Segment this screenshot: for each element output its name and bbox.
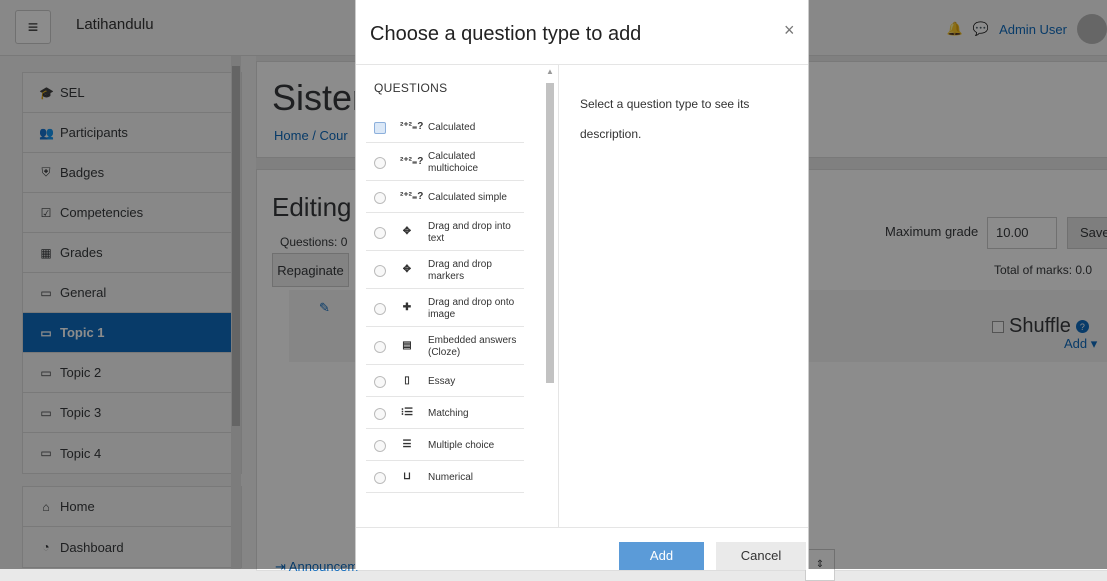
question-type-label: Essay	[428, 376, 456, 387]
question-type-option[interactable]: ✥ Drag and drop markers	[366, 253, 524, 289]
modal-footer: Add Cancel	[356, 527, 808, 570]
question-type-option[interactable]: ▤ Embedded answers (Cloze)	[366, 329, 524, 365]
question-type-label: Calculated multichoice	[428, 151, 479, 174]
question-type-radio[interactable]	[374, 408, 386, 420]
question-type-option[interactable]: ²⁺²₌? Calculated	[366, 113, 524, 143]
modal-header: Choose a question type to add ×	[356, 0, 808, 65]
question-type-radio[interactable]	[374, 192, 386, 204]
drag-drop-markers-icon: ✥	[402, 264, 412, 275]
question-type-option[interactable]: ⊔ Numerical	[366, 463, 524, 493]
drag-drop-text-icon: ✥	[402, 226, 412, 237]
question-type-option[interactable]: ⁝☰ Matching	[366, 399, 524, 429]
scroll-up-icon[interactable]: ▲	[546, 67, 554, 76]
question-type-list: QUESTIONS ²⁺²₌? Calculated ²⁺²₌? Calculated…	[356, 65, 559, 527]
question-chooser-dialog: Choose a question type to add × QUESTION…	[355, 0, 809, 570]
calculated-icon: ²⁺²₌?	[400, 121, 424, 132]
matching-icon: ⁝☰	[400, 407, 414, 418]
question-type-label: Drag and drop into text	[428, 221, 511, 244]
question-type-radio[interactable]	[374, 265, 386, 277]
question-type-option[interactable]: ✥ Drag and drop into text	[366, 215, 524, 251]
cloze-icon: ▤	[402, 340, 412, 351]
question-type-radio[interactable]	[374, 303, 386, 315]
question-type-option[interactable]: ²⁺²₌? Calculated multichoice	[366, 145, 524, 181]
question-type-radio[interactable]	[374, 440, 386, 452]
question-type-label: Drag and drop onto image	[428, 297, 515, 320]
question-type-label: Multiple choice	[428, 440, 495, 451]
question-type-option[interactable]: ▯ Essay	[366, 367, 524, 397]
calculated-simple-icon: ²⁺²₌?	[400, 191, 424, 202]
drag-drop-image-icon: ✚	[402, 302, 412, 313]
question-type-radio[interactable]	[374, 122, 386, 134]
question-type-label: Matching	[428, 408, 469, 419]
question-type-radio[interactable]	[374, 376, 386, 388]
question-type-option[interactable]: ☰ Multiple choice	[366, 431, 524, 461]
question-type-label: Drag and drop markers	[428, 259, 492, 282]
question-type-label: Calculated	[428, 122, 476, 133]
question-type-radio[interactable]	[374, 157, 386, 169]
question-type-description: Select a question type to see its descri…	[580, 97, 750, 141]
multiple-choice-icon: ☰	[402, 439, 412, 450]
calculated-multichoice-icon: ²⁺²₌?	[400, 156, 424, 167]
question-type-radio[interactable]	[374, 341, 386, 353]
options-scrollbar[interactable]: ▲ ▼	[545, 67, 555, 527]
modal-title: Choose a question type to add	[370, 23, 642, 45]
question-type-option[interactable]: ²⁺²₌? Calculated simple	[366, 183, 524, 213]
numerical-icon: ⊔	[403, 471, 411, 482]
cancel-button[interactable]: Cancel	[716, 542, 806, 570]
add-button[interactable]: Add	[619, 542, 704, 570]
question-type-label: Calculated simple	[428, 192, 507, 203]
question-type-label: Numerical	[428, 472, 474, 483]
essay-icon: ▯	[404, 375, 410, 386]
question-type-label: Embedded answers (Cloze)	[428, 335, 517, 358]
options-scroll-thumb[interactable]	[546, 83, 554, 383]
close-icon[interactable]: ×	[784, 20, 795, 41]
questions-heading: QUESTIONS	[374, 81, 448, 95]
question-type-option[interactable]: ✚ Drag and drop onto image	[366, 291, 524, 327]
question-type-radio[interactable]	[374, 227, 386, 239]
question-type-radio[interactable]	[374, 472, 386, 484]
